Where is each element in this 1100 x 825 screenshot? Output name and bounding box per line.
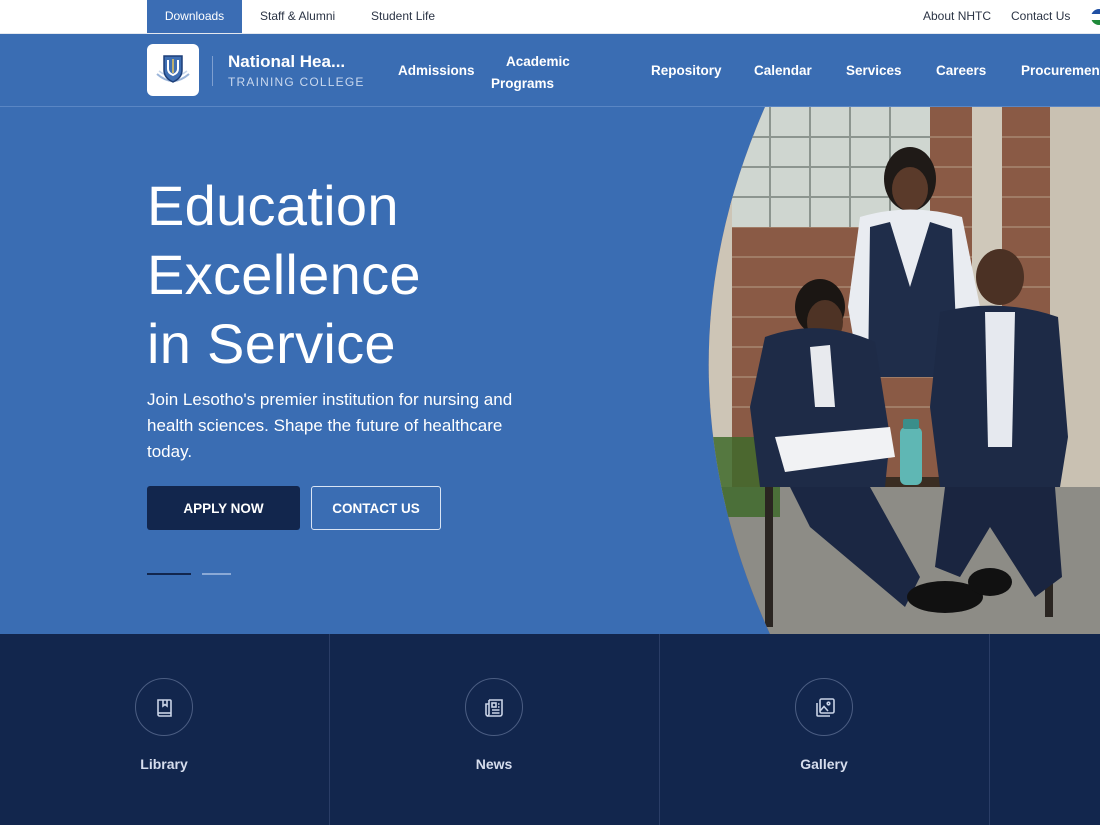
nav-calendar[interactable]: Calendar [754,63,812,78]
crest-icon [156,55,190,83]
hero-title: Education Excellence in Service [147,171,421,378]
main-navbar: National Hea... TRAINING COLLEGE Admissi… [0,34,1100,107]
hero-title-line1: Education [147,174,399,237]
quick-links-section: Library News Gallery [0,634,1100,825]
hero-description: Join Lesotho's premier institution for n… [147,390,513,461]
hero-title-line2: Excellence [147,243,421,306]
hero-title-line3: in Service [147,312,396,375]
gallery-label: Gallery [800,756,848,772]
nav-services[interactable]: Services [846,63,902,78]
library-label: Library [140,756,188,772]
hero-section: Education Excellence in Service Join Les… [0,107,1100,634]
news-icon-circle [465,678,523,736]
nav-procurement[interactable]: Procurement [1021,63,1100,78]
about-link[interactable]: About NHTC [923,0,991,33]
library-icon-circle [135,678,193,736]
downloads-link[interactable]: Downloads [147,0,242,33]
nav-careers[interactable]: Careers [936,63,986,78]
news-label: News [475,756,513,772]
slide-indicator-2[interactable] [202,573,231,575]
staff-alumni-link[interactable]: Staff & Alumni [260,0,335,33]
college-logo[interactable] [147,44,199,96]
nav-academic-line1: Academic [506,54,570,69]
nav-academic-programs[interactable]: Academic Programs [491,51,570,95]
brand-subtitle: TRAINING COLLEGE [228,75,365,89]
logo-divider [212,56,213,86]
brand-name[interactable]: National Hea... [228,52,345,72]
hero-photo [708,107,1100,634]
book-icon [157,699,172,717]
contact-us-button[interactable]: CONTACT US [311,486,441,530]
newspaper-icon [485,699,503,717]
quick-link-column-partial [990,634,1100,825]
quick-link-news[interactable]: News [330,634,660,825]
apply-now-button[interactable]: APPLY NOW [147,486,300,530]
gallery-icon-circle [795,678,853,736]
nav-admissions[interactable]: Admissions [398,63,475,78]
lesotho-flag-icon[interactable] [1091,9,1100,25]
top-utility-bar: Downloads Staff & Alumni Student Life Ab… [0,0,1100,34]
student-life-link[interactable]: Student Life [371,0,435,33]
quick-link-gallery[interactable]: Gallery [660,634,990,825]
image-gallery-icon [816,698,835,717]
nav-repository[interactable]: Repository [651,63,722,78]
quick-link-library[interactable]: Library [0,634,330,825]
nav-academic-line2: Programs [491,76,555,91]
slide-indicator-1[interactable] [147,573,191,575]
contact-link[interactable]: Contact Us [1011,0,1070,33]
